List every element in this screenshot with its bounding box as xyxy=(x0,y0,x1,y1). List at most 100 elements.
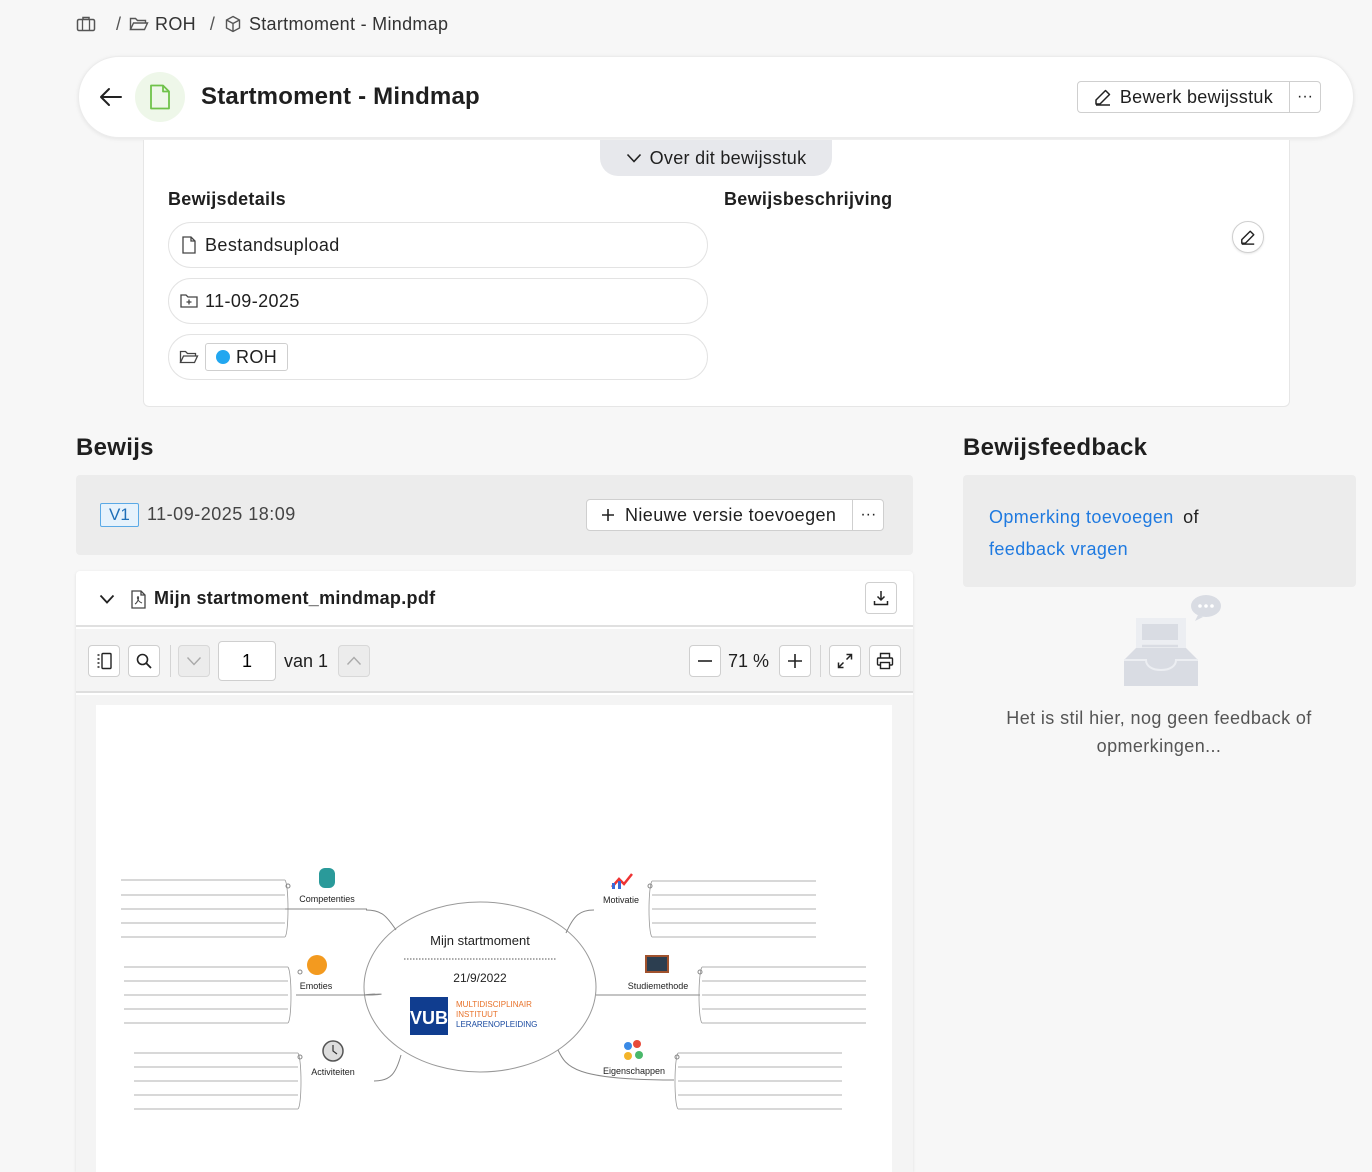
detail-type-value: Bestandsupload xyxy=(205,234,340,255)
branch-studiemethode: Studiemethode xyxy=(628,955,866,1024)
download-icon xyxy=(873,591,889,606)
mindmap-center-date: 21/9/2022 xyxy=(453,971,507,985)
mindmap-center-title: Mijn startmoment xyxy=(430,933,530,948)
details-heading: Bewijsdetails xyxy=(168,189,286,209)
branch-label-studiemethode: Studiemethode xyxy=(628,981,689,991)
detail-date-value: 11-09-2025 xyxy=(205,290,300,311)
document-icon xyxy=(135,72,185,122)
evidence-header: Startmoment - Mindmap Bewerk bewijsstuk … xyxy=(78,56,1354,138)
pdf-toolbar: van 1 71 % xyxy=(76,629,913,693)
breadcrumb: / ROH / Startmoment - Mindmap xyxy=(76,12,448,36)
cube-icon xyxy=(223,14,243,34)
mindmap-image: Mijn startmoment 21/9/2022 VUB MULTIDISC… xyxy=(121,868,866,1110)
edit-button-group: Bewerk bewijsstuk ··· xyxy=(1076,81,1321,113)
empty-feedback-text: Het is stil hier, nog geen feedback of o… xyxy=(1006,708,1312,756)
page-title: Startmoment - Mindmap xyxy=(201,83,480,110)
vub-logo-text: VUB xyxy=(410,1008,448,1028)
branch-label-activiteiten: Activiteiten xyxy=(311,1067,355,1077)
description-heading: Bewijsbeschrijving xyxy=(724,189,893,209)
zoom-in-button[interactable] xyxy=(779,645,811,677)
add-version-button[interactable]: Nieuwe versie toevoegen xyxy=(587,500,854,530)
branch-activiteiten: Activiteiten xyxy=(134,1040,355,1110)
folder-open-icon xyxy=(129,14,149,34)
breadcrumb-separator: / xyxy=(209,13,215,34)
version-date: 11-09-2025 18:09 xyxy=(147,504,296,524)
about-toggle[interactable]: Over dit bewijsstuk xyxy=(600,140,832,176)
chevron-up-icon xyxy=(346,656,362,665)
feedback-prompt: Opmerking toevoegen of feedback vragen xyxy=(963,475,1356,587)
detail-folder: ROH xyxy=(168,334,708,380)
feedback-or-text: of xyxy=(1183,507,1199,527)
pdf-file-icon xyxy=(128,588,148,610)
briefcase-icon[interactable] xyxy=(76,14,96,34)
empty-inbox-illustration xyxy=(1114,590,1224,690)
file-viewer: Mijn startmoment_mindmap.pdf van 1 71 % xyxy=(76,571,913,1172)
print-button[interactable] xyxy=(869,645,901,677)
breadcrumb-item-roh[interactable]: ROH xyxy=(155,14,196,35)
breadcrumb-separator: / xyxy=(116,13,122,34)
pdf-viewport[interactable]: Mijn startmoment 21/9/2022 VUB MULTIDISC… xyxy=(76,695,913,1172)
vub-logo-line-1: MULTIDISCIPLINAIR xyxy=(456,1000,532,1009)
fullscreen-button[interactable] xyxy=(829,645,861,677)
version-bar: V1 11-09-2025 18:09 Nieuwe versie toevoe… xyxy=(76,475,913,555)
back-button[interactable] xyxy=(95,81,127,113)
folder-open-icon xyxy=(179,347,199,367)
folder-plus-icon xyxy=(179,291,199,311)
branch-label-competenties: Competenties xyxy=(299,894,355,904)
feedback-heading: Bewijsfeedback xyxy=(963,434,1148,461)
minus-icon xyxy=(698,660,712,662)
folder-color-dot xyxy=(216,350,230,364)
page-total: van 1 xyxy=(284,651,329,671)
search-button[interactable] xyxy=(128,645,160,677)
expand-icon xyxy=(837,653,853,669)
printer-icon xyxy=(876,652,894,670)
version-badge[interactable]: V1 xyxy=(100,503,139,527)
branch-label-eigenschappen: Eigenschappen xyxy=(603,1066,665,1076)
breadcrumb-item-current: Startmoment - Mindmap xyxy=(248,13,449,34)
chevron-down-icon xyxy=(186,657,202,666)
vub-logo-line-3: LERARENOPLEIDING xyxy=(456,1020,537,1029)
file-name: Mijn startmoment_mindmap.pdf xyxy=(154,588,436,608)
new-version-group: Nieuwe versie toevoegen ··· xyxy=(586,499,885,531)
about-toggle-label: Over dit bewijsstuk xyxy=(649,147,807,168)
branch-label-emoties: Emoties xyxy=(300,981,333,991)
detail-date: 11-09-2025 xyxy=(168,278,708,324)
detail-type: Bestandsupload xyxy=(168,222,708,268)
more-options-button[interactable]: ··· xyxy=(1290,82,1320,112)
edit-evidence-label: Bewerk bewijsstuk xyxy=(1119,86,1273,107)
chevron-down-icon xyxy=(626,153,641,163)
add-comment-link[interactable]: Opmerking toevoegen xyxy=(989,507,1174,527)
evidence-heading: Bewijs xyxy=(76,434,154,461)
edit-description-button[interactable] xyxy=(1232,221,1264,253)
next-page-button[interactable] xyxy=(338,645,370,677)
branch-motivatie: Motivatie xyxy=(603,873,816,938)
add-version-label: Nieuwe versie toevoegen xyxy=(625,504,837,525)
file-icon xyxy=(179,235,199,255)
zoom-out-button[interactable] xyxy=(689,645,721,677)
zoom-level: 71 % xyxy=(728,651,770,671)
branch-emoties: Emoties xyxy=(124,955,333,1024)
chevron-down-icon xyxy=(99,594,115,604)
file-header: Mijn startmoment_mindmap.pdf xyxy=(76,571,913,627)
folder-tag-label: ROH xyxy=(236,346,278,367)
sidebar-toggle-button[interactable] xyxy=(88,645,120,677)
pencil-icon xyxy=(1095,89,1111,106)
request-feedback-link[interactable]: feedback vragen xyxy=(989,539,1128,559)
download-button[interactable] xyxy=(865,582,897,614)
collapse-file-button[interactable] xyxy=(96,588,118,610)
plus-icon xyxy=(602,509,614,521)
branch-label-motivatie: Motivatie xyxy=(603,895,639,905)
branch-eigenschappen: Eigenschappen xyxy=(603,1040,842,1110)
edit-evidence-button[interactable]: Bewerk bewijsstuk xyxy=(1078,82,1290,112)
sidebar-icon xyxy=(97,652,112,670)
version-more-button[interactable]: ··· xyxy=(853,500,883,530)
page-number-input[interactable] xyxy=(218,641,276,681)
vub-logo-line-2: INSTITUUT xyxy=(456,1010,498,1019)
pdf-page: Mijn startmoment 21/9/2022 VUB MULTIDISC… xyxy=(96,705,892,1172)
folder-tag[interactable]: ROH xyxy=(205,343,289,371)
prev-page-button[interactable] xyxy=(178,645,210,677)
branch-competenties: Competenties xyxy=(121,868,367,938)
arrow-left-icon xyxy=(100,88,122,106)
search-icon xyxy=(136,653,152,669)
pencil-icon xyxy=(1241,230,1255,245)
